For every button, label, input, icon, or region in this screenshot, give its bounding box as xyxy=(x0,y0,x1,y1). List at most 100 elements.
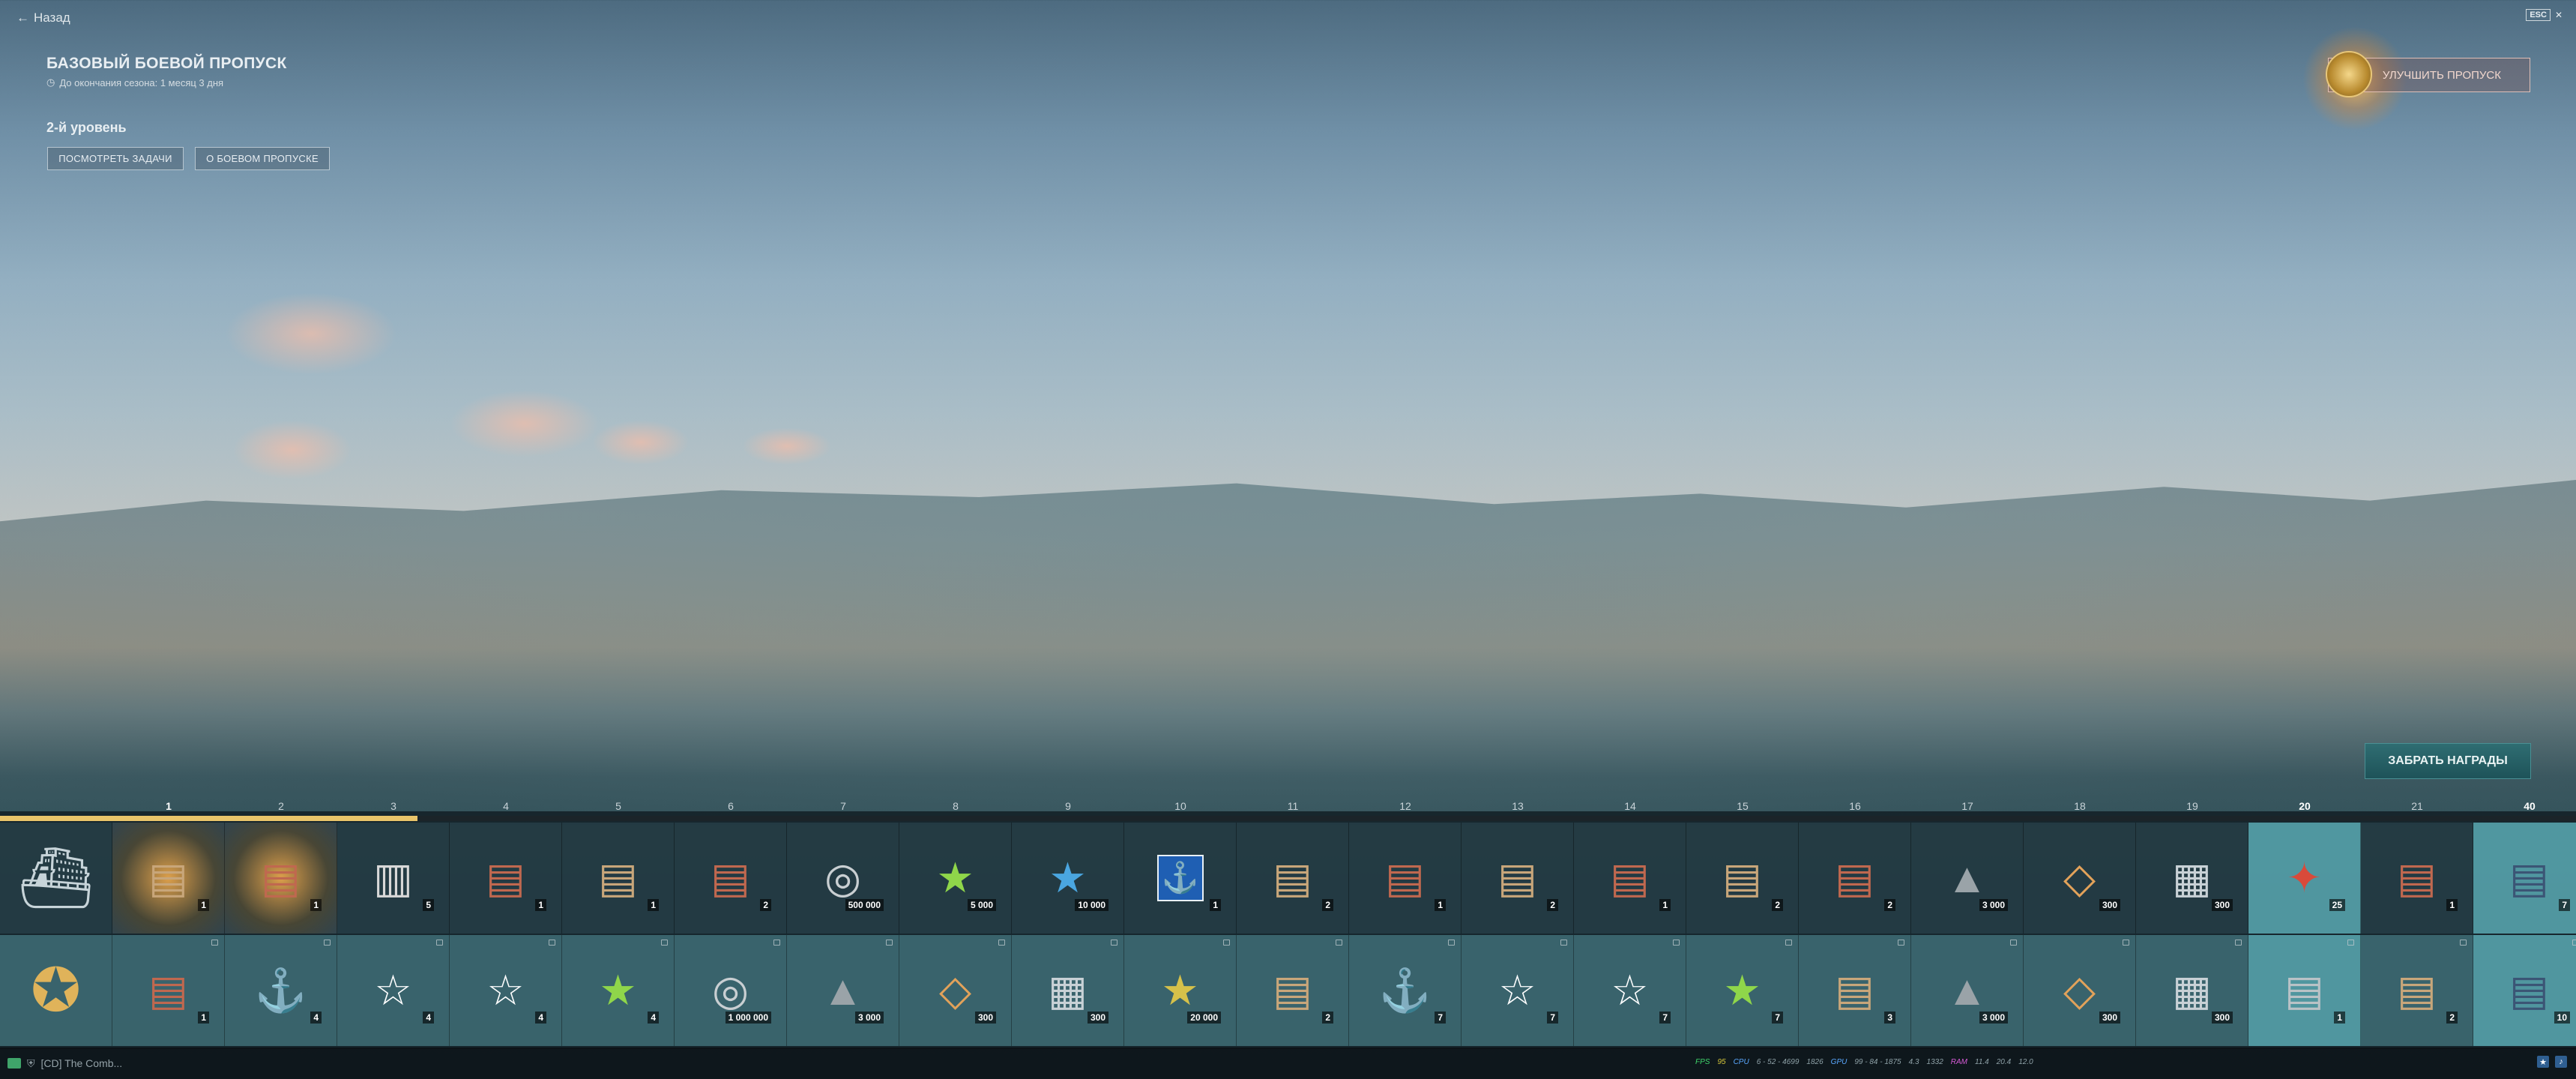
perf-value: 20.4 xyxy=(1996,1058,2012,1066)
lock-icon xyxy=(436,940,443,946)
premium-reward-cell[interactable]: ✪ xyxy=(0,935,112,1046)
reward-count: 2 xyxy=(2446,1012,2458,1024)
free-reward-cell[interactable]: ▥ 5 xyxy=(337,823,450,934)
free-reward-cell[interactable]: ▤ 1 xyxy=(1574,823,1686,934)
free-reward-cell[interactable]: ▤ 2 xyxy=(1237,823,1349,934)
lock-icon xyxy=(2347,940,2354,946)
green-star-icon: ★ xyxy=(599,967,637,1014)
level-number: 9 xyxy=(1065,800,1071,812)
premium-reward-cell[interactable]: ☆ 7 xyxy=(1462,935,1574,1046)
esc-key: ESC xyxy=(2526,9,2551,21)
free-reward-cell[interactable]: ▤ 1 xyxy=(2361,823,2473,934)
silver-anchor-icon: ⚓ xyxy=(1378,967,1432,1014)
chat-icon xyxy=(7,1058,21,1069)
free-reward-cell[interactable]: ▤ 1 xyxy=(1349,823,1462,934)
premium-reward-cell[interactable]: ▤ 1 xyxy=(112,935,225,1046)
free-reward-cell[interactable]: ◎ 500 000 xyxy=(787,823,899,934)
perf-value: CPU xyxy=(1733,1058,1749,1066)
premium-reward-cell[interactable]: ▤ 2 xyxy=(2361,935,2473,1046)
claim-rewards-button[interactable]: ЗАБРАТЬ НАГРАДЫ xyxy=(2365,743,2531,779)
premium-reward-cell[interactable]: ▤ 10 xyxy=(2473,935,2576,1046)
reward-count: 1 xyxy=(198,1012,209,1024)
level-number: 16 xyxy=(1849,800,1861,812)
bell-icon[interactable]: ♪ xyxy=(2555,1056,2567,1068)
container-icon: ▤ xyxy=(1722,854,1762,901)
level-number: 1 xyxy=(166,800,172,812)
view-tasks-button[interactable]: ПОСМОТРЕТЬ ЗАДАЧИ xyxy=(47,147,184,170)
premium-reward-cell[interactable]: ◎ 1 000 000 xyxy=(675,935,787,1046)
close-icon: ✕ xyxy=(2554,10,2563,20)
level-number: 7 xyxy=(840,800,846,812)
free-reward-cell[interactable]: ◇ 300 xyxy=(2024,823,2136,934)
performance-readout: FPS 95 CPU 6 - 52 - 4699 1826 GPU 99 - 84 - 18… xyxy=(1695,1058,2033,1066)
red-container-icon: ▤ xyxy=(261,854,301,901)
pass-title: БАЗОВЫЙ БОЕВОЙ ПРОПУСК xyxy=(46,55,287,72)
container-icon: ▤ xyxy=(1273,854,1312,901)
premium-reward-cell[interactable]: ▲ 3 000 xyxy=(787,935,899,1046)
free-reward-cell[interactable]: ▦ 300 xyxy=(2136,823,2248,934)
level-number: 21 xyxy=(2411,800,2423,812)
back-button[interactable]: ← Назад xyxy=(16,10,70,25)
reward-count: 1 xyxy=(198,899,209,911)
perf-value: RAM xyxy=(1950,1058,1967,1066)
level-number: 15 xyxy=(1737,800,1749,812)
level-number: 40 xyxy=(2524,800,2536,812)
container-icon: ▤ xyxy=(1835,967,1874,1014)
free-reward-cell[interactable]: ▤ 1 xyxy=(450,823,562,934)
reward-count: 2 xyxy=(1322,1012,1333,1024)
reward-count: 7 xyxy=(1435,1012,1446,1024)
free-reward-cell[interactable]: ▲ 3 000 xyxy=(1911,823,2024,934)
premium-reward-cell[interactable]: ★ 7 xyxy=(1686,935,1799,1046)
premium-reward-cell[interactable]: ★ 4 xyxy=(562,935,675,1046)
free-reward-cell[interactable]: ▤ 7 xyxy=(2473,823,2576,934)
free-reward-cell[interactable]: ★ 5 000 xyxy=(899,823,1012,934)
premium-reward-cell[interactable]: ▤ 2 xyxy=(1237,935,1349,1046)
free-reward-cell[interactable]: ▤ 2 xyxy=(1462,823,1574,934)
lock-icon xyxy=(1223,940,1230,946)
free-reward-cell[interactable]: ★ 10 000 xyxy=(1012,823,1124,934)
premium-reward-cell[interactable]: ⚓ 4 xyxy=(225,935,337,1046)
reward-count: 5 000 xyxy=(967,899,996,911)
premium-reward-cell[interactable]: ◇ 300 xyxy=(2024,935,2136,1046)
free-reward-cell[interactable]: ⚓ 1 xyxy=(1124,823,1237,934)
level-progress-bar xyxy=(0,816,2576,821)
esc-button[interactable]: ESC ✕ xyxy=(2526,9,2563,21)
chat-widget[interactable]: ⛨ [CD] The Comb... xyxy=(7,1057,122,1070)
premium-reward-cell[interactable]: ▲ 3 000 xyxy=(1911,935,2024,1046)
reward-count: 10 xyxy=(2554,1012,2570,1024)
container-icon: ▤ xyxy=(1273,967,1312,1014)
free-reward-cell[interactable]: ▤ 2 xyxy=(675,823,787,934)
premium-reward-cell[interactable]: ☆ 7 xyxy=(1574,935,1686,1046)
green-star-icon: ★ xyxy=(1723,967,1761,1014)
steel-icon: ▲ xyxy=(1946,854,1988,901)
container-icon: ▤ xyxy=(148,854,188,901)
free-reward-cell[interactable]: ▤ 1 xyxy=(225,823,337,934)
premium-reward-cell[interactable]: ▤ 1 xyxy=(2248,935,2361,1046)
about-pass-button[interactable]: О БОЕВОМ ПРОПУСКЕ xyxy=(195,147,330,170)
progress-fill xyxy=(0,816,417,821)
star-icon[interactable]: ★ xyxy=(2537,1056,2549,1068)
free-reward-cell[interactable]: ▤ 1 xyxy=(562,823,675,934)
premium-reward-cell[interactable]: ◇ 300 xyxy=(899,935,1012,1046)
premium-reward-cell[interactable]: ☆ 4 xyxy=(337,935,450,1046)
gold-diamond-icon: ◇ xyxy=(2063,967,2096,1014)
premium-reward-cell[interactable]: ⚓ 7 xyxy=(1349,935,1462,1046)
reward-count: 3 xyxy=(1884,1012,1895,1024)
reward-count: 7 xyxy=(2559,899,2570,911)
lock-icon xyxy=(1673,940,1680,946)
premium-reward-cell[interactable]: ▦ 300 xyxy=(2136,935,2248,1046)
green-star-icon: ★ xyxy=(936,854,974,901)
premium-reward-cell[interactable]: ▦ 300 xyxy=(1012,935,1124,1046)
premium-reward-cell[interactable]: ☆ 4 xyxy=(450,935,562,1046)
free-reward-cell[interactable]: ▤ 2 xyxy=(1686,823,1799,934)
premium-reward-cell[interactable]: ★ 20 000 xyxy=(1124,935,1237,1046)
perf-value: 11.4 xyxy=(1975,1058,1989,1066)
perf-value: 1826 xyxy=(1806,1058,1824,1066)
cloud xyxy=(450,390,600,457)
back-label: Назад xyxy=(34,10,70,25)
free-reward-cell[interactable]: ▤ 1 xyxy=(112,823,225,934)
free-reward-cell[interactable]: ⛴ xyxy=(0,823,112,934)
free-reward-cell[interactable]: ▤ 2 xyxy=(1799,823,1911,934)
free-reward-cell[interactable]: ✦ 25 xyxy=(2248,823,2361,934)
premium-reward-cell[interactable]: ▤ 3 xyxy=(1799,935,1911,1046)
